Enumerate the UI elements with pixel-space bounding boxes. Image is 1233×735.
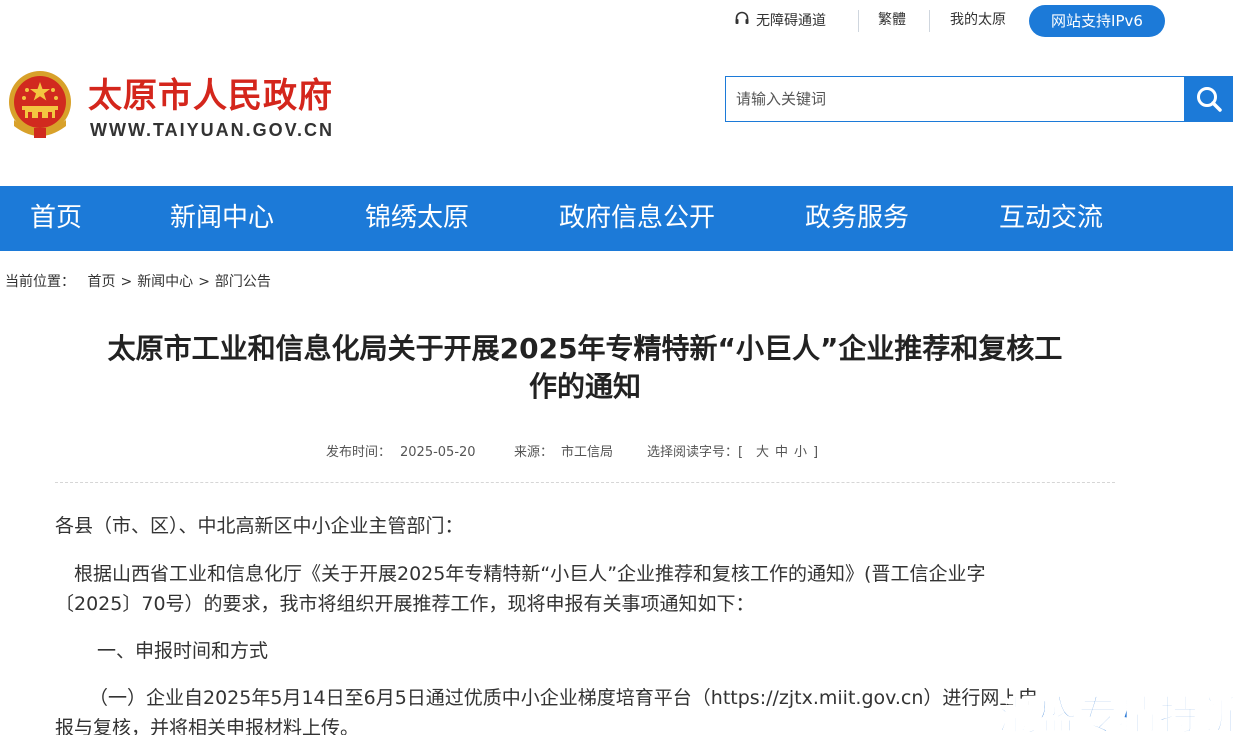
breadcrumb-separator: >: [198, 274, 210, 290]
source-value: 市工信局: [561, 445, 614, 460]
site-name[interactable]: 太原市人民政府: [88, 72, 333, 120]
accessibility-link[interactable]: 无障碍通道: [734, 10, 826, 30]
article-title: 太原市工业和信息化局关于开展2025年专精特新“小巨人”企业推荐和复核工 作的通…: [55, 330, 1115, 406]
nav-item-home[interactable]: 首页: [30, 186, 82, 251]
nav-item-gov-info[interactable]: 政府信息公开: [559, 186, 715, 251]
body-paragraph: （一）企业自2025年5月14日至6月5日通过优质中小企业梯度培育平台（http…: [89, 687, 1038, 709]
publish-date-label: 发布时间：: [326, 445, 392, 460]
meta-divider: [55, 482, 1115, 483]
font-size-small[interactable]: 小: [794, 443, 807, 463]
breadcrumb-home[interactable]: 首页: [87, 274, 115, 290]
source-label: 来源：: [514, 445, 554, 460]
body-paragraph: 根据山西省工业和信息化厅《关于开展2025年专精特新“小巨人”企业推荐和复核工作…: [74, 563, 986, 585]
watermark: 潮盛专精特新: [997, 692, 1233, 735]
article-title-line: 太原市工业和信息化局关于开展2025年专精特新“小巨人”企业推荐和复核工: [107, 332, 1063, 365]
nav-item-services[interactable]: 政务服务: [805, 186, 909, 251]
search-icon: [1197, 87, 1222, 112]
breadcrumb-news[interactable]: 新闻中心: [137, 274, 193, 290]
divider: [858, 10, 859, 32]
breadcrumb-separator: >: [120, 274, 133, 290]
article-title-line: 作的通知: [528, 370, 641, 403]
ipv6-support-button[interactable]: 网站支持IPv6: [1029, 5, 1165, 37]
font-size-label: 选择阅读字号：[: [647, 445, 744, 460]
body-paragraph: 报与复核，并将相关申报材料上传。: [55, 717, 360, 735]
font-size-close-bracket: ]: [813, 445, 819, 460]
accessibility-label: 无障碍通道: [756, 13, 826, 29]
publish-date: 2025-05-20: [400, 445, 476, 460]
search-box: [725, 76, 1185, 122]
breadcrumb: 当前位置： 首页 > 新闻中心 > 部门公告: [5, 272, 271, 292]
my-taiyuan-link[interactable]: 我的太原: [950, 10, 1006, 30]
body-paragraph: 〔2025〕70号）的要求，我市将组织开展推荐工作，现将申报有关事项通知如下：: [55, 593, 755, 615]
national-emblem-logo[interactable]: [6, 70, 74, 142]
search-input[interactable]: [726, 77, 1184, 121]
breadcrumb-announcements[interactable]: 部门公告: [215, 274, 271, 290]
nav-item-interaction[interactable]: 互动交流: [999, 186, 1103, 251]
headphones-icon: [734, 10, 750, 32]
nav-item-news[interactable]: 新闻中心: [170, 186, 274, 251]
main-nav: 首页 新闻中心 锦绣太原 政府信息公开 政务服务 互动交流: [0, 186, 1233, 251]
search-button[interactable]: [1185, 76, 1233, 122]
section-heading: 一、申报时间和方式: [97, 640, 269, 662]
traditional-chinese-link[interactable]: 繁體: [878, 10, 906, 30]
site-url: WWW.TAIYUAN.GOV.CN: [90, 120, 334, 140]
font-size-large[interactable]: 大: [756, 443, 769, 463]
top-utility-bar: 无障碍通道 繁體 我的太原 网站支持IPv6: [0, 0, 1233, 44]
salutation: 各县（市、区）、中北高新区中小企业主管部门：: [55, 515, 464, 537]
nav-item-taiyuan[interactable]: 锦绣太原: [365, 186, 469, 251]
font-size-medium[interactable]: 中: [775, 443, 788, 463]
breadcrumb-prefix: 当前位置：: [5, 274, 75, 290]
divider: [929, 10, 930, 32]
